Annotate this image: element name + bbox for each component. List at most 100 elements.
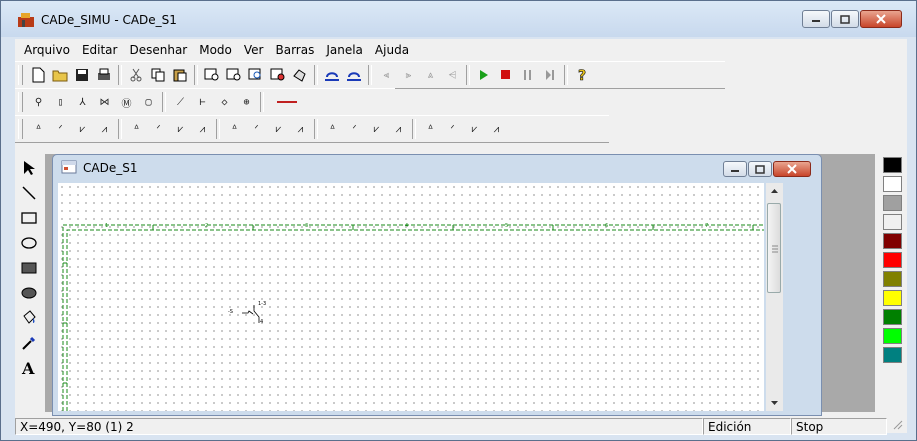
color-swatch-teal[interactable] <box>883 347 902 363</box>
fill-bucket-icon[interactable] <box>17 306 41 330</box>
limit-switch-nonc-icon[interactable]: ⩗ <box>463 118 485 140</box>
pushbutton-icon[interactable]: ⊢ <box>191 91 213 113</box>
color-swatch-black[interactable] <box>883 157 902 173</box>
align-center-icon[interactable]: ⩓ <box>419 64 441 86</box>
close-button[interactable] <box>860 10 902 28</box>
color-swatch-maroon[interactable] <box>883 233 902 249</box>
toolbar-grip[interactable] <box>18 92 23 112</box>
contact-off-delay-icon[interactable]: ᐟ <box>147 118 169 140</box>
redo-icon[interactable] <box>343 64 365 86</box>
filled-rectangle-tool-icon[interactable] <box>17 256 41 280</box>
scroll-thumb[interactable] <box>767 203 781 293</box>
pause-icon[interactable] <box>517 64 539 86</box>
color-picker-icon[interactable] <box>17 331 41 355</box>
color-swatch-gray[interactable] <box>883 195 902 211</box>
color-swatch-white[interactable] <box>883 176 902 192</box>
drawing-canvas[interactable]: 1 2 3 4 5 6 7 -S 1-3 4 <box>58 183 764 411</box>
play-icon[interactable] <box>473 64 495 86</box>
toolbar-grip[interactable] <box>18 119 23 139</box>
line-tool-icon[interactable] <box>17 181 41 205</box>
scroll-up-icon[interactable] <box>766 185 783 197</box>
switch-icon[interactable]: ⅄ <box>71 91 93 113</box>
color-swatch-red[interactable] <box>883 252 902 268</box>
wire-icon[interactable] <box>267 91 307 113</box>
menu-janela[interactable]: Janela <box>320 43 369 57</box>
menu-modo[interactable]: Modo <box>193 43 238 57</box>
three-phase-switch-icon[interactable]: ⋈ <box>93 91 115 113</box>
contact-on-delay-icon[interactable]: ᐞ <box>125 118 147 140</box>
limit-switch-nc-icon[interactable]: ᐟ <box>441 118 463 140</box>
align-right-icon[interactable]: ⫸ <box>397 64 419 86</box>
aux-contact-nonc-icon[interactable]: ⩗ <box>267 118 289 140</box>
coil-icon[interactable]: ▢ <box>137 91 159 113</box>
zoom-window-icon[interactable] <box>245 64 267 86</box>
switch-component[interactable]: -S 1-3 4 <box>228 301 278 331</box>
contact-nonc-icon[interactable]: ⩗ <box>71 118 93 140</box>
document-close-button[interactable] <box>773 161 811 177</box>
help-icon[interactable]: ? <box>571 64 593 86</box>
contact-no-icon[interactable]: ᐞ <box>27 118 49 140</box>
terminal-icon[interactable]: ⊕ <box>235 91 257 113</box>
new-file-icon[interactable] <box>27 64 49 86</box>
paste-icon[interactable] <box>169 64 191 86</box>
fuse-icon[interactable]: ▯ <box>49 91 71 113</box>
align-left-icon[interactable]: ⫷ <box>375 64 397 86</box>
lamp-icon[interactable]: ◇ <box>213 91 235 113</box>
pushbutton-nonc-icon[interactable]: ⩗ <box>365 118 387 140</box>
toolbar-grip[interactable] <box>18 65 23 85</box>
minimize-button[interactable] <box>802 10 830 28</box>
open-folder-icon[interactable] <box>49 64 71 86</box>
select-arrow-icon[interactable] <box>17 156 41 180</box>
menu-ajuda[interactable]: Ajuda <box>369 43 415 57</box>
aux-contact-timed-icon[interactable]: ⩘ <box>289 118 311 140</box>
contact-timed-icon[interactable]: ⩘ <box>93 118 115 140</box>
menu-ver[interactable]: Ver <box>238 43 270 57</box>
motor-icon[interactable]: Ⓜ <box>115 91 137 113</box>
zoom-out-icon[interactable] <box>223 64 245 86</box>
step-icon[interactable] <box>539 64 561 86</box>
ellipse-tool-icon[interactable] <box>17 231 41 255</box>
undo-icon[interactable] <box>321 64 343 86</box>
contact-on-off-icon[interactable]: ⩗ <box>169 118 191 140</box>
title-bar[interactable]: CADe_SIMU - CADe_S1 <box>1 1 916 37</box>
align-vertical-icon[interactable]: ⩤ <box>441 64 463 86</box>
pushbutton-nc-icon[interactable]: ᐟ <box>343 118 365 140</box>
limit-switch-no-icon[interactable]: ᐞ <box>419 118 441 140</box>
stop-icon[interactable] <box>495 64 517 86</box>
color-swatch-light-gray[interactable] <box>883 214 902 230</box>
filled-ellipse-tool-icon[interactable] <box>17 281 41 305</box>
menu-barras[interactable]: Barras <box>269 43 320 57</box>
menu-editar[interactable]: Editar <box>76 43 124 57</box>
contact-delay-icon[interactable]: ⩘ <box>191 118 213 140</box>
pushbutton-timed-icon[interactable]: ⩘ <box>387 118 409 140</box>
document-minimize-button[interactable] <box>723 161 747 177</box>
contact-icon[interactable]: ⟋ <box>169 91 191 113</box>
color-swatch-lime[interactable] <box>883 328 902 344</box>
color-swatch-green[interactable] <box>883 309 902 325</box>
cut-icon[interactable] <box>125 64 147 86</box>
zoom-all-icon[interactable] <box>267 64 289 86</box>
menu-desenhar[interactable]: Desenhar <box>123 43 193 57</box>
zoom-in-icon[interactable] <box>201 64 223 86</box>
maximize-button[interactable] <box>831 10 859 28</box>
vertical-scrollbar[interactable] <box>766 183 783 411</box>
scroll-down-icon[interactable] <box>766 397 783 409</box>
pan-icon[interactable] <box>289 64 311 86</box>
color-swatch-yellow[interactable] <box>883 290 902 306</box>
contact-nc-icon[interactable]: ᐟ <box>49 118 71 140</box>
save-icon[interactable] <box>71 64 93 86</box>
limit-switch-timed-icon[interactable]: ⩘ <box>485 118 507 140</box>
document-maximize-button[interactable] <box>748 161 772 177</box>
rectangle-tool-icon[interactable] <box>17 206 41 230</box>
color-swatch-olive[interactable] <box>883 271 902 287</box>
resize-grip-icon[interactable] <box>887 418 907 435</box>
pushbutton-no-icon[interactable]: ᐞ <box>321 118 343 140</box>
aux-contact-no-icon[interactable]: ᐞ <box>223 118 245 140</box>
copy-icon[interactable] <box>147 64 169 86</box>
print-icon[interactable] <box>93 64 115 86</box>
text-tool-icon[interactable]: A <box>17 356 41 380</box>
menu-arquivo[interactable]: Arquivo <box>15 43 76 57</box>
aux-contact-nc-icon[interactable]: ᐟ <box>245 118 267 140</box>
document-window[interactable]: CADe_S1 1 2 3 4 5 6 7 -S 1-3 4 <box>52 154 822 416</box>
power-supply-icon[interactable]: ⚲ <box>27 91 49 113</box>
